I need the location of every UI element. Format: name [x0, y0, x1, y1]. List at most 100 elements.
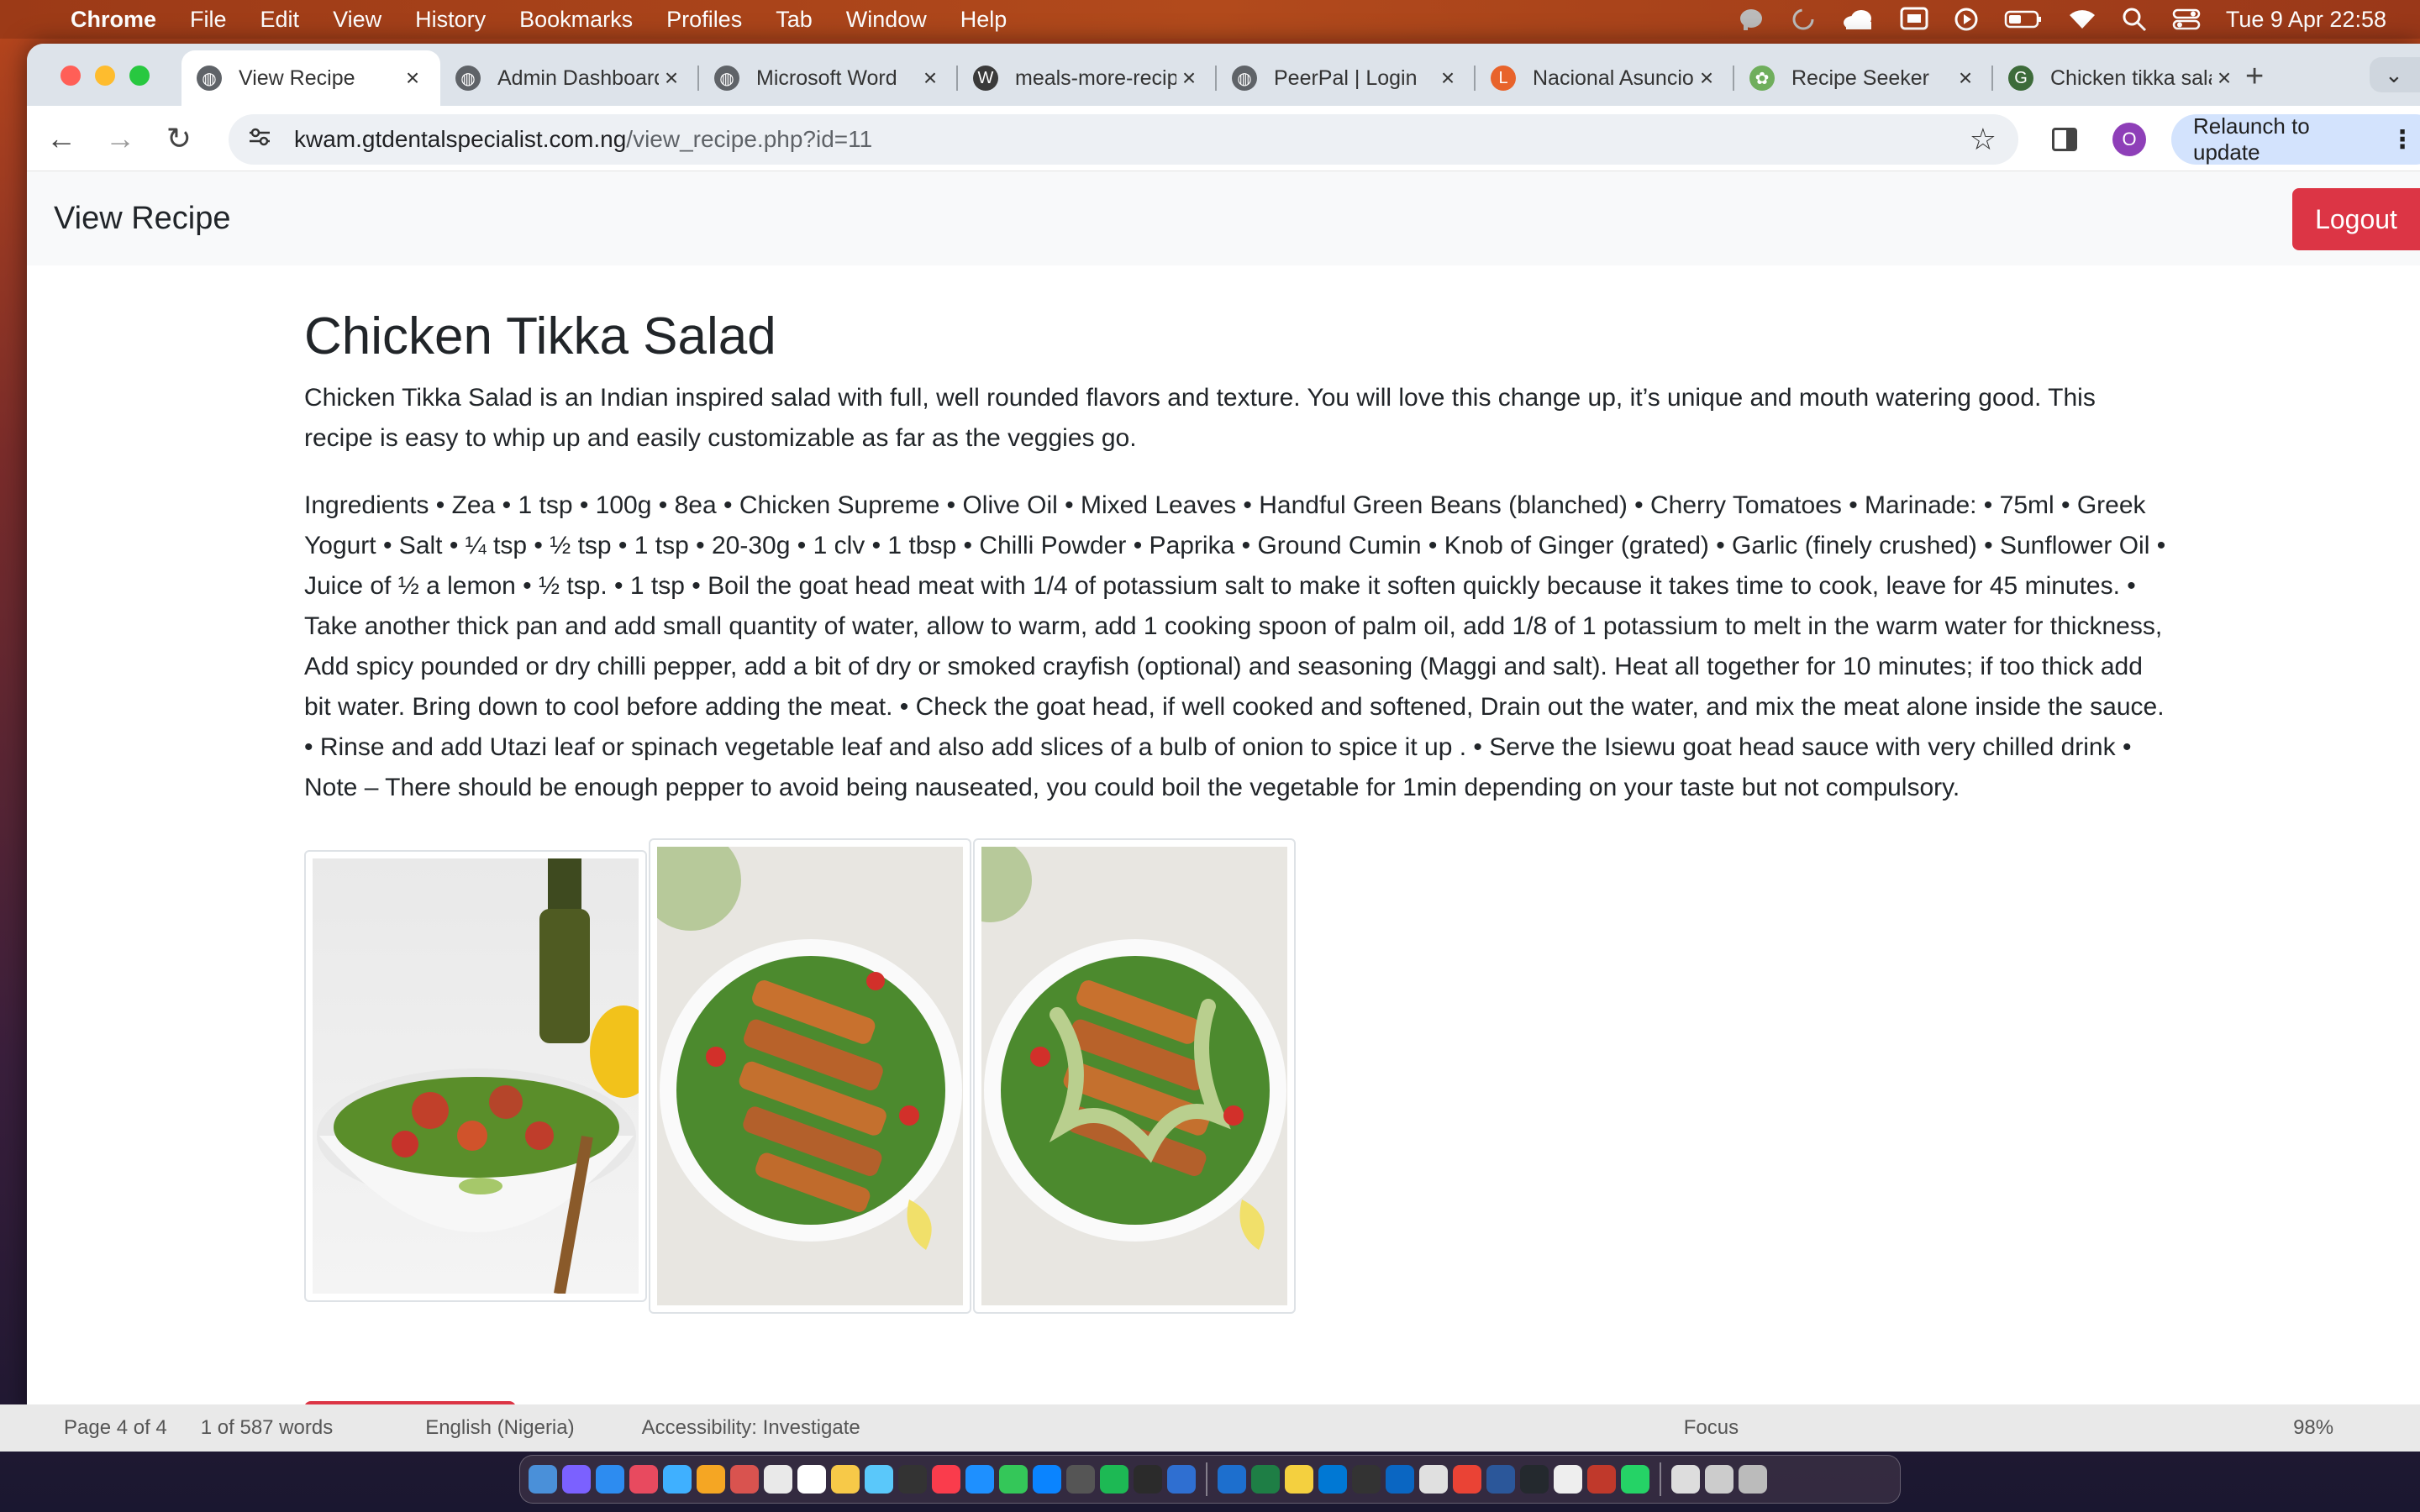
- recipe-image[interactable]: [973, 838, 1296, 1314]
- profile-avatar[interactable]: O: [2112, 123, 2146, 156]
- elephant-icon[interactable]: [1737, 8, 1765, 31]
- dock-app-icon[interactable]: [1218, 1465, 1246, 1494]
- dock-app-icon[interactable]: [999, 1465, 1028, 1494]
- dock-app-icon[interactable]: [629, 1465, 658, 1494]
- dock-app-icon[interactable]: [1285, 1465, 1313, 1494]
- bookmark-star-icon[interactable]: ☆: [1970, 122, 1996, 157]
- dock-app-icon[interactable]: [1587, 1465, 1616, 1494]
- dock-app-icon[interactable]: [663, 1465, 692, 1494]
- dock-app-icon[interactable]: [1134, 1465, 1162, 1494]
- word-accessibility[interactable]: Accessibility: Investigate: [642, 1416, 860, 1440]
- minimize-window-button[interactable]: [95, 66, 115, 86]
- dock-app-icon[interactable]: [529, 1465, 557, 1494]
- dock-app-icon[interactable]: [730, 1465, 759, 1494]
- recipe-image[interactable]: [304, 850, 647, 1302]
- menu-bookmarks[interactable]: Bookmarks: [519, 7, 633, 33]
- wifi-icon[interactable]: [2068, 8, 2096, 30]
- tab-close-icon[interactable]: ×: [2212, 65, 2237, 92]
- tab-search-button[interactable]: ⌄: [2370, 57, 2420, 92]
- menu-clock[interactable]: Tue 9 Apr 22:58: [2226, 7, 2386, 33]
- dock-app-icon[interactable]: [865, 1465, 893, 1494]
- recipe-image[interactable]: [649, 838, 971, 1314]
- dock-app-icon[interactable]: [1739, 1465, 1767, 1494]
- tab-close-icon[interactable]: ×: [1435, 65, 1460, 92]
- dock-app-icon[interactable]: [965, 1465, 994, 1494]
- browser-tab[interactable]: ◍ View Recipe ×: [182, 50, 440, 106]
- dock-app-icon[interactable]: [697, 1465, 725, 1494]
- dock-app-icon[interactable]: [1520, 1465, 1549, 1494]
- side-panel-icon[interactable]: [2052, 128, 2077, 151]
- dock-app-icon[interactable]: [1705, 1465, 1733, 1494]
- word-word-count[interactable]: 1 of 587 words: [201, 1416, 333, 1440]
- dock-app-icon[interactable]: [1066, 1465, 1095, 1494]
- dock-app-icon[interactable]: [1167, 1465, 1196, 1494]
- dock-app-icon[interactable]: [932, 1465, 960, 1494]
- zoom-window-button[interactable]: [129, 66, 150, 86]
- dock-app-icon[interactable]: [1352, 1465, 1381, 1494]
- reload-icon[interactable]: ↻: [150, 121, 208, 156]
- tab-close-icon[interactable]: ×: [918, 65, 943, 92]
- browser-tab[interactable]: ◍ Microsoft Word ×: [699, 50, 958, 106]
- navbar-brand[interactable]: View Recipe: [54, 201, 231, 237]
- dock-app-icon[interactable]: [1419, 1465, 1448, 1494]
- relaunch-button[interactable]: Relaunch to update ⋮: [2171, 113, 2420, 165]
- browser-tab[interactable]: ✿ Recipe Seeker ×: [1734, 50, 1993, 106]
- tab-close-icon[interactable]: ×: [1953, 65, 1978, 92]
- tab-close-icon[interactable]: ×: [1694, 65, 1719, 92]
- menu-file[interactable]: File: [190, 7, 227, 33]
- dock-app-icon[interactable]: [562, 1465, 591, 1494]
- dock-app-icon[interactable]: [1554, 1465, 1582, 1494]
- control-center-icon[interactable]: [2172, 8, 2201, 31]
- menu-help[interactable]: Help: [960, 7, 1007, 33]
- dock-app-icon[interactable]: [1033, 1465, 1061, 1494]
- menu-profiles[interactable]: Profiles: [666, 7, 742, 33]
- dock-app-icon[interactable]: [1621, 1465, 1649, 1494]
- dock-app-icon[interactable]: [831, 1465, 860, 1494]
- play-icon[interactable]: [1954, 7, 1979, 32]
- menu-edit[interactable]: Edit: [260, 7, 300, 33]
- search-icon[interactable]: [2122, 7, 2147, 32]
- more-menu-icon[interactable]: ⋮: [2390, 125, 2415, 155]
- dock-app-icon[interactable]: [1318, 1465, 1347, 1494]
- sync-status-icon[interactable]: [1791, 7, 1816, 32]
- close-window-button[interactable]: [60, 66, 81, 86]
- battery-icon[interactable]: [2004, 9, 2043, 29]
- logout-button[interactable]: Logout: [2292, 188, 2420, 250]
- menu-tab[interactable]: Tab: [776, 7, 813, 33]
- dock-app-icon[interactable]: [1671, 1465, 1700, 1494]
- address-bar[interactable]: kwam.gtdentalspecialist.com.ng/view_reci…: [229, 114, 2018, 165]
- url-text[interactable]: kwam.gtdentalspecialist.com.ng/view_reci…: [294, 126, 872, 153]
- tab-close-icon[interactable]: ×: [400, 65, 425, 92]
- cloud-icon[interactable]: [1841, 8, 1875, 30]
- dock-app-icon[interactable]: [898, 1465, 927, 1494]
- word-focus[interactable]: Focus: [1684, 1416, 1739, 1440]
- browser-tab[interactable]: ◍ PeerPal | Login ×: [1217, 50, 1476, 106]
- salad-icon: ✿: [1749, 66, 1775, 91]
- tab-close-icon[interactable]: ×: [1176, 65, 1202, 92]
- menu-history[interactable]: History: [415, 7, 486, 33]
- dock-app-icon[interactable]: [1486, 1465, 1515, 1494]
- menu-window[interactable]: Window: [846, 7, 927, 33]
- display-mirror-icon[interactable]: [1900, 7, 1928, 32]
- menu-view[interactable]: View: [333, 7, 381, 33]
- browser-tab[interactable]: L Nacional Asuncion ×: [1476, 50, 1734, 106]
- dock-app-icon[interactable]: [1100, 1465, 1128, 1494]
- dock-app-icon[interactable]: [1386, 1465, 1414, 1494]
- dock-app-icon[interactable]: [764, 1465, 792, 1494]
- tab-close-icon[interactable]: ×: [659, 65, 684, 92]
- browser-tab[interactable]: ◍ Admin Dashboard ×: [440, 50, 699, 106]
- word-language[interactable]: English (Nigeria): [425, 1416, 574, 1440]
- dock-app-icon[interactable]: [1251, 1465, 1280, 1494]
- dock-app-icon[interactable]: [596, 1465, 624, 1494]
- dock-app-icon[interactable]: [797, 1465, 826, 1494]
- browser-tab[interactable]: Wmeals-more-recipes×: [958, 50, 1217, 106]
- new-tab-button[interactable]: +: [2245, 59, 2264, 95]
- word-page-count[interactable]: Page 4 of 4: [64, 1416, 167, 1440]
- site-info-icon[interactable]: [247, 124, 277, 155]
- back-icon[interactable]: ←: [32, 121, 91, 156]
- forward-icon[interactable]: →: [91, 121, 150, 156]
- word-zoom[interactable]: 98%: [2293, 1416, 2333, 1440]
- dock-app-icon[interactable]: [1453, 1465, 1481, 1494]
- menu-app-name[interactable]: Chrome: [71, 7, 156, 33]
- browser-tab[interactable]: G Chicken tikka salad×: [1993, 50, 2252, 106]
